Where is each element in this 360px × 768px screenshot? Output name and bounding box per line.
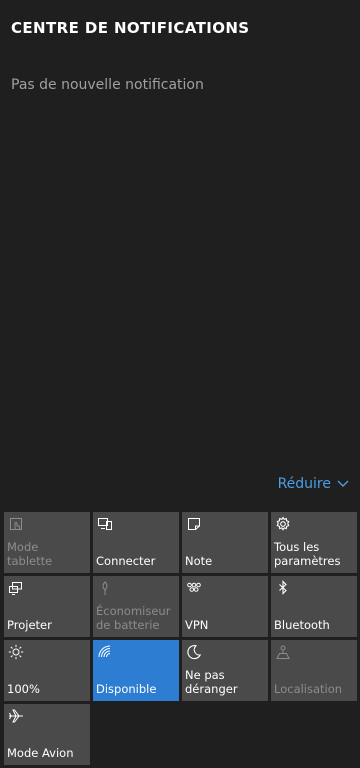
tile-note[interactable]: Note	[182, 512, 268, 573]
tablet-mode-icon	[8, 516, 24, 532]
tile-location[interactable]: Localisation	[271, 640, 357, 701]
vpn-icon	[186, 580, 202, 596]
airplane-icon	[8, 708, 24, 724]
collapse-button[interactable]: Réduire	[278, 476, 349, 492]
tile-label: Tous les paramètres	[274, 540, 341, 568]
tile-connect[interactable]: Connecter	[93, 512, 179, 573]
tile-label: Mode Avion	[7, 746, 74, 760]
tile-battery-saver[interactable]: Économiseur de batterie	[93, 576, 179, 637]
tile-wifi[interactable]: Disponible	[93, 640, 179, 701]
tile-project[interactable]: Projeter	[4, 576, 90, 637]
project-icon	[8, 580, 24, 596]
tile-quiet-hours[interactable]: Ne pas déranger	[182, 640, 268, 701]
tile-bluetooth[interactable]: Bluetooth	[271, 576, 357, 637]
moon-icon	[186, 644, 202, 660]
connect-icon	[97, 516, 113, 532]
wifi-icon	[97, 644, 113, 660]
tile-label: Projeter	[7, 618, 52, 632]
tile-label: Note	[185, 554, 213, 568]
tile-brightness[interactable]: 100%	[4, 640, 90, 701]
brightness-icon	[8, 644, 24, 660]
location-icon	[275, 644, 291, 660]
tile-label: Mode tablette	[7, 540, 53, 568]
tile-label: Localisation	[274, 682, 343, 696]
bluetooth-icon	[275, 580, 291, 596]
battery-saver-icon	[97, 580, 113, 596]
empty-notifications-text: Pas de nouvelle notification	[11, 77, 204, 93]
tile-all-settings[interactable]: Tous les paramètres	[271, 512, 357, 573]
collapse-label: Réduire	[277, 476, 331, 492]
note-icon	[186, 516, 202, 532]
tile-label: Ne pas déranger	[185, 668, 238, 696]
tile-label: Disponible	[96, 682, 157, 696]
tile-vpn[interactable]: VPN	[182, 576, 268, 637]
tile-label: Connecter	[96, 554, 156, 568]
gear-icon	[275, 516, 291, 532]
tile-label: 100%	[7, 682, 40, 696]
tile-tablet-mode[interactable]: Mode tablette	[4, 512, 90, 573]
tile-airplane-mode[interactable]: Mode Avion	[4, 704, 90, 765]
page-title: CENTRE DE NOTIFICATIONS	[11, 19, 250, 37]
tile-label: Bluetooth	[274, 618, 330, 632]
chevron-down-icon	[337, 480, 349, 487]
quick-actions-grid: Mode tablette Connecter Note Tous les par…	[4, 512, 357, 765]
tile-label: VPN	[185, 618, 209, 632]
tile-label: Économiseur de batterie	[96, 604, 171, 632]
